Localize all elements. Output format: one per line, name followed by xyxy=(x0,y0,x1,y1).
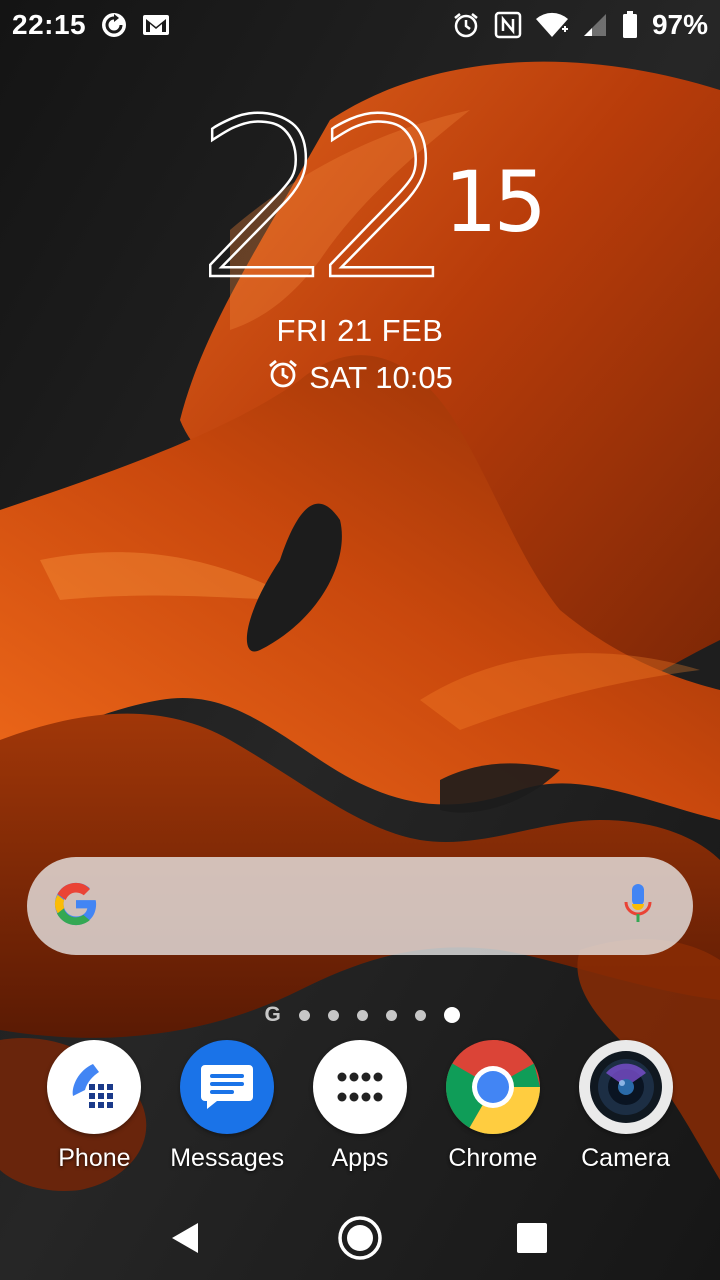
camera-icon[interactable] xyxy=(578,1040,673,1134)
page-dot-active[interactable] xyxy=(443,1007,460,1023)
camera-app[interactable]: Camera xyxy=(559,1040,692,1180)
status-bar-left: 22:15 xyxy=(12,9,170,41)
app-drawer-icon[interactable] xyxy=(312,1040,407,1134)
navigation-bar xyxy=(0,1190,720,1280)
home-icon xyxy=(337,1215,383,1266)
next-alarm[interactable]: SAT 10:05 xyxy=(0,358,720,398)
status-time: 22:15 xyxy=(12,9,87,40)
app-dock: Phone Messages Apps Chrome Camera xyxy=(28,1040,692,1180)
page-dot[interactable] xyxy=(298,1009,310,1021)
clock-minute: 15 xyxy=(444,153,547,251)
page-indicator[interactable]: G xyxy=(0,1003,720,1027)
battery-percent: 97% xyxy=(651,9,708,40)
google-feed-page-indicator[interactable]: G xyxy=(265,1003,281,1027)
wifi-icon xyxy=(535,12,568,38)
page-dot[interactable] xyxy=(414,1009,426,1021)
app-label: Apps xyxy=(331,1144,389,1172)
status-bar-right: 97% xyxy=(452,9,708,41)
page-dot[interactable] xyxy=(356,1009,368,1021)
back-button[interactable] xyxy=(156,1210,216,1270)
back-icon xyxy=(170,1221,202,1260)
app-label: Messages xyxy=(170,1144,285,1172)
signal-icon xyxy=(582,12,608,38)
home-button[interactable] xyxy=(330,1210,390,1270)
messages-icon[interactable] xyxy=(180,1040,275,1134)
chrome-icon[interactable] xyxy=(445,1040,540,1134)
google-g-icon xyxy=(53,881,99,932)
clock-date[interactable]: FRI 21 FEB xyxy=(0,313,720,349)
status-bar[interactable]: 22:15 97% xyxy=(0,0,720,50)
clock-widget[interactable]: 22 15 FRI 21 FEB SAT 10:05 xyxy=(0,89,720,420)
page-dot[interactable] xyxy=(385,1009,397,1021)
battery-icon xyxy=(622,11,638,39)
gmail-icon xyxy=(142,14,170,36)
next-alarm-text: SAT 10:05 xyxy=(309,360,453,395)
sync-icon xyxy=(100,11,128,39)
nfc-icon xyxy=(494,11,522,39)
phone-icon[interactable] xyxy=(47,1040,142,1134)
alarm-clock-icon xyxy=(267,358,299,398)
app-label: Phone xyxy=(58,1144,131,1172)
microphone-icon[interactable] xyxy=(623,882,653,931)
clock-hour: 22 xyxy=(194,72,456,328)
app-label: Camera xyxy=(581,1144,671,1172)
recents-icon xyxy=(517,1222,547,1258)
phone-app[interactable]: Phone xyxy=(28,1040,161,1180)
google-search-bar[interactable] xyxy=(27,857,693,955)
chrome-app[interactable]: Chrome xyxy=(426,1040,559,1180)
messages-app[interactable]: Messages xyxy=(161,1040,294,1180)
page-dot[interactable] xyxy=(327,1009,339,1021)
alarm-icon xyxy=(452,11,480,39)
app-drawer[interactable]: Apps xyxy=(294,1040,427,1180)
app-label: Chrome xyxy=(448,1144,538,1172)
recents-button[interactable] xyxy=(502,1210,562,1270)
